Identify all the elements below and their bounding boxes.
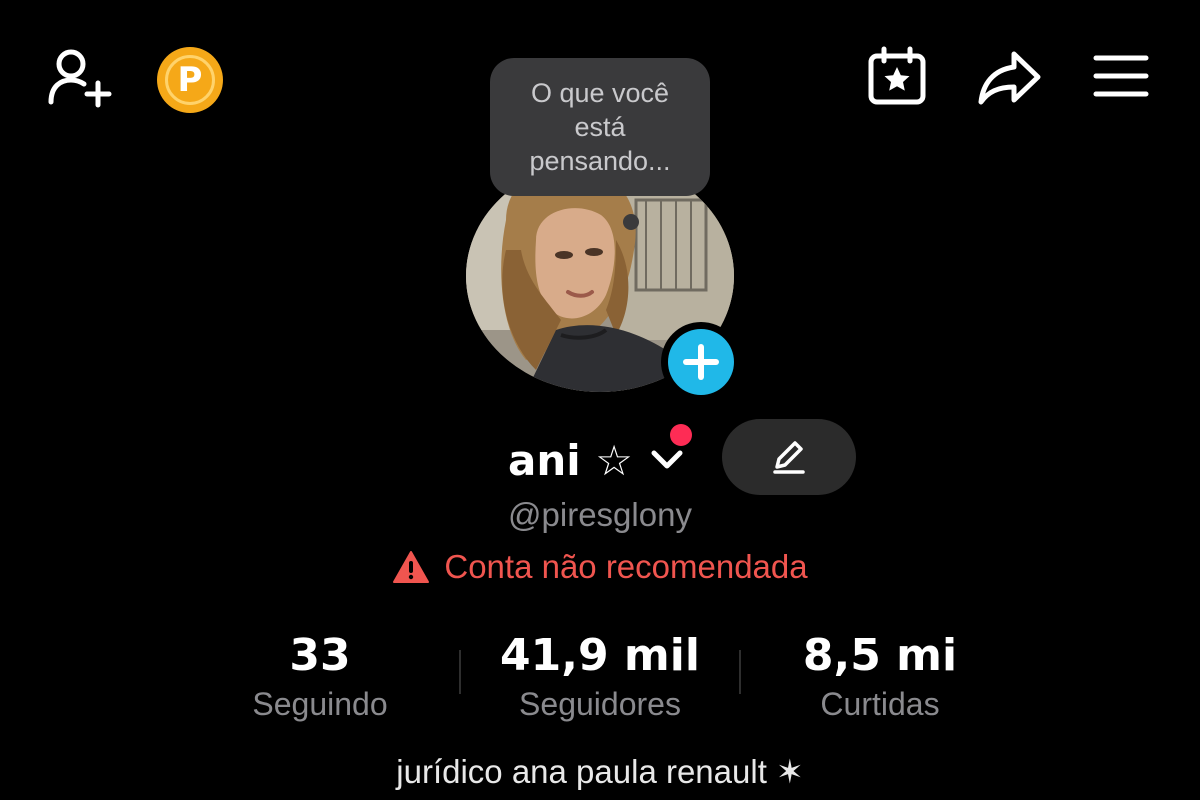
share-arrow-icon <box>978 51 1041 105</box>
notification-dot <box>670 424 692 446</box>
chevron-down-icon <box>651 450 683 469</box>
likes-count: 8,5 mi <box>802 630 958 681</box>
bio: jurídico ana paula renault ✶ <box>396 753 804 790</box>
edit-profile-button[interactable] <box>722 419 856 495</box>
account-warning[interactable]: Conta não recomendada <box>0 548 1200 586</box>
menu-button[interactable] <box>1090 50 1152 102</box>
thought-bubble-text: O que você está pensando... <box>529 78 671 176</box>
add-friend-button[interactable] <box>40 44 116 110</box>
warning-icon <box>393 551 430 583</box>
thought-bubble[interactable]: O que você está pensando... <box>490 58 710 196</box>
stat-likes[interactable]: 8,5 mi Curtidas <box>760 630 1000 726</box>
share-button[interactable] <box>974 44 1044 110</box>
plus-icon <box>668 329 734 395</box>
calendar-star-icon <box>868 46 926 105</box>
stat-divider <box>459 650 461 694</box>
thought-bubble-tail <box>623 214 639 230</box>
followers-label: Seguidores <box>519 686 681 722</box>
display-name: ani ☆ <box>508 435 633 485</box>
username: @piresglony <box>508 496 692 533</box>
likes-label: Curtidas <box>820 686 940 722</box>
stat-followers[interactable]: 41,9 mil Seguidores <box>480 630 720 726</box>
pencil-icon <box>773 441 805 474</box>
hamburger-menu-icon <box>1093 55 1149 97</box>
stat-divider <box>739 650 741 694</box>
following-count: 33 <box>289 630 351 681</box>
name-row: ani ☆ <box>508 432 689 488</box>
coins-button[interactable]: P <box>157 47 223 113</box>
calendar-button[interactable] <box>864 44 930 110</box>
add-story-button[interactable] <box>661 322 741 402</box>
person-plus-icon <box>48 49 112 108</box>
stat-following[interactable]: 33 Seguindo <box>200 630 440 726</box>
followers-count: 41,9 mil <box>500 630 700 681</box>
warning-text: Conta não recomendada <box>444 548 808 585</box>
coin-letter: P <box>165 55 215 105</box>
p-coin-icon: P <box>157 47 223 113</box>
following-label: Seguindo <box>252 686 388 722</box>
